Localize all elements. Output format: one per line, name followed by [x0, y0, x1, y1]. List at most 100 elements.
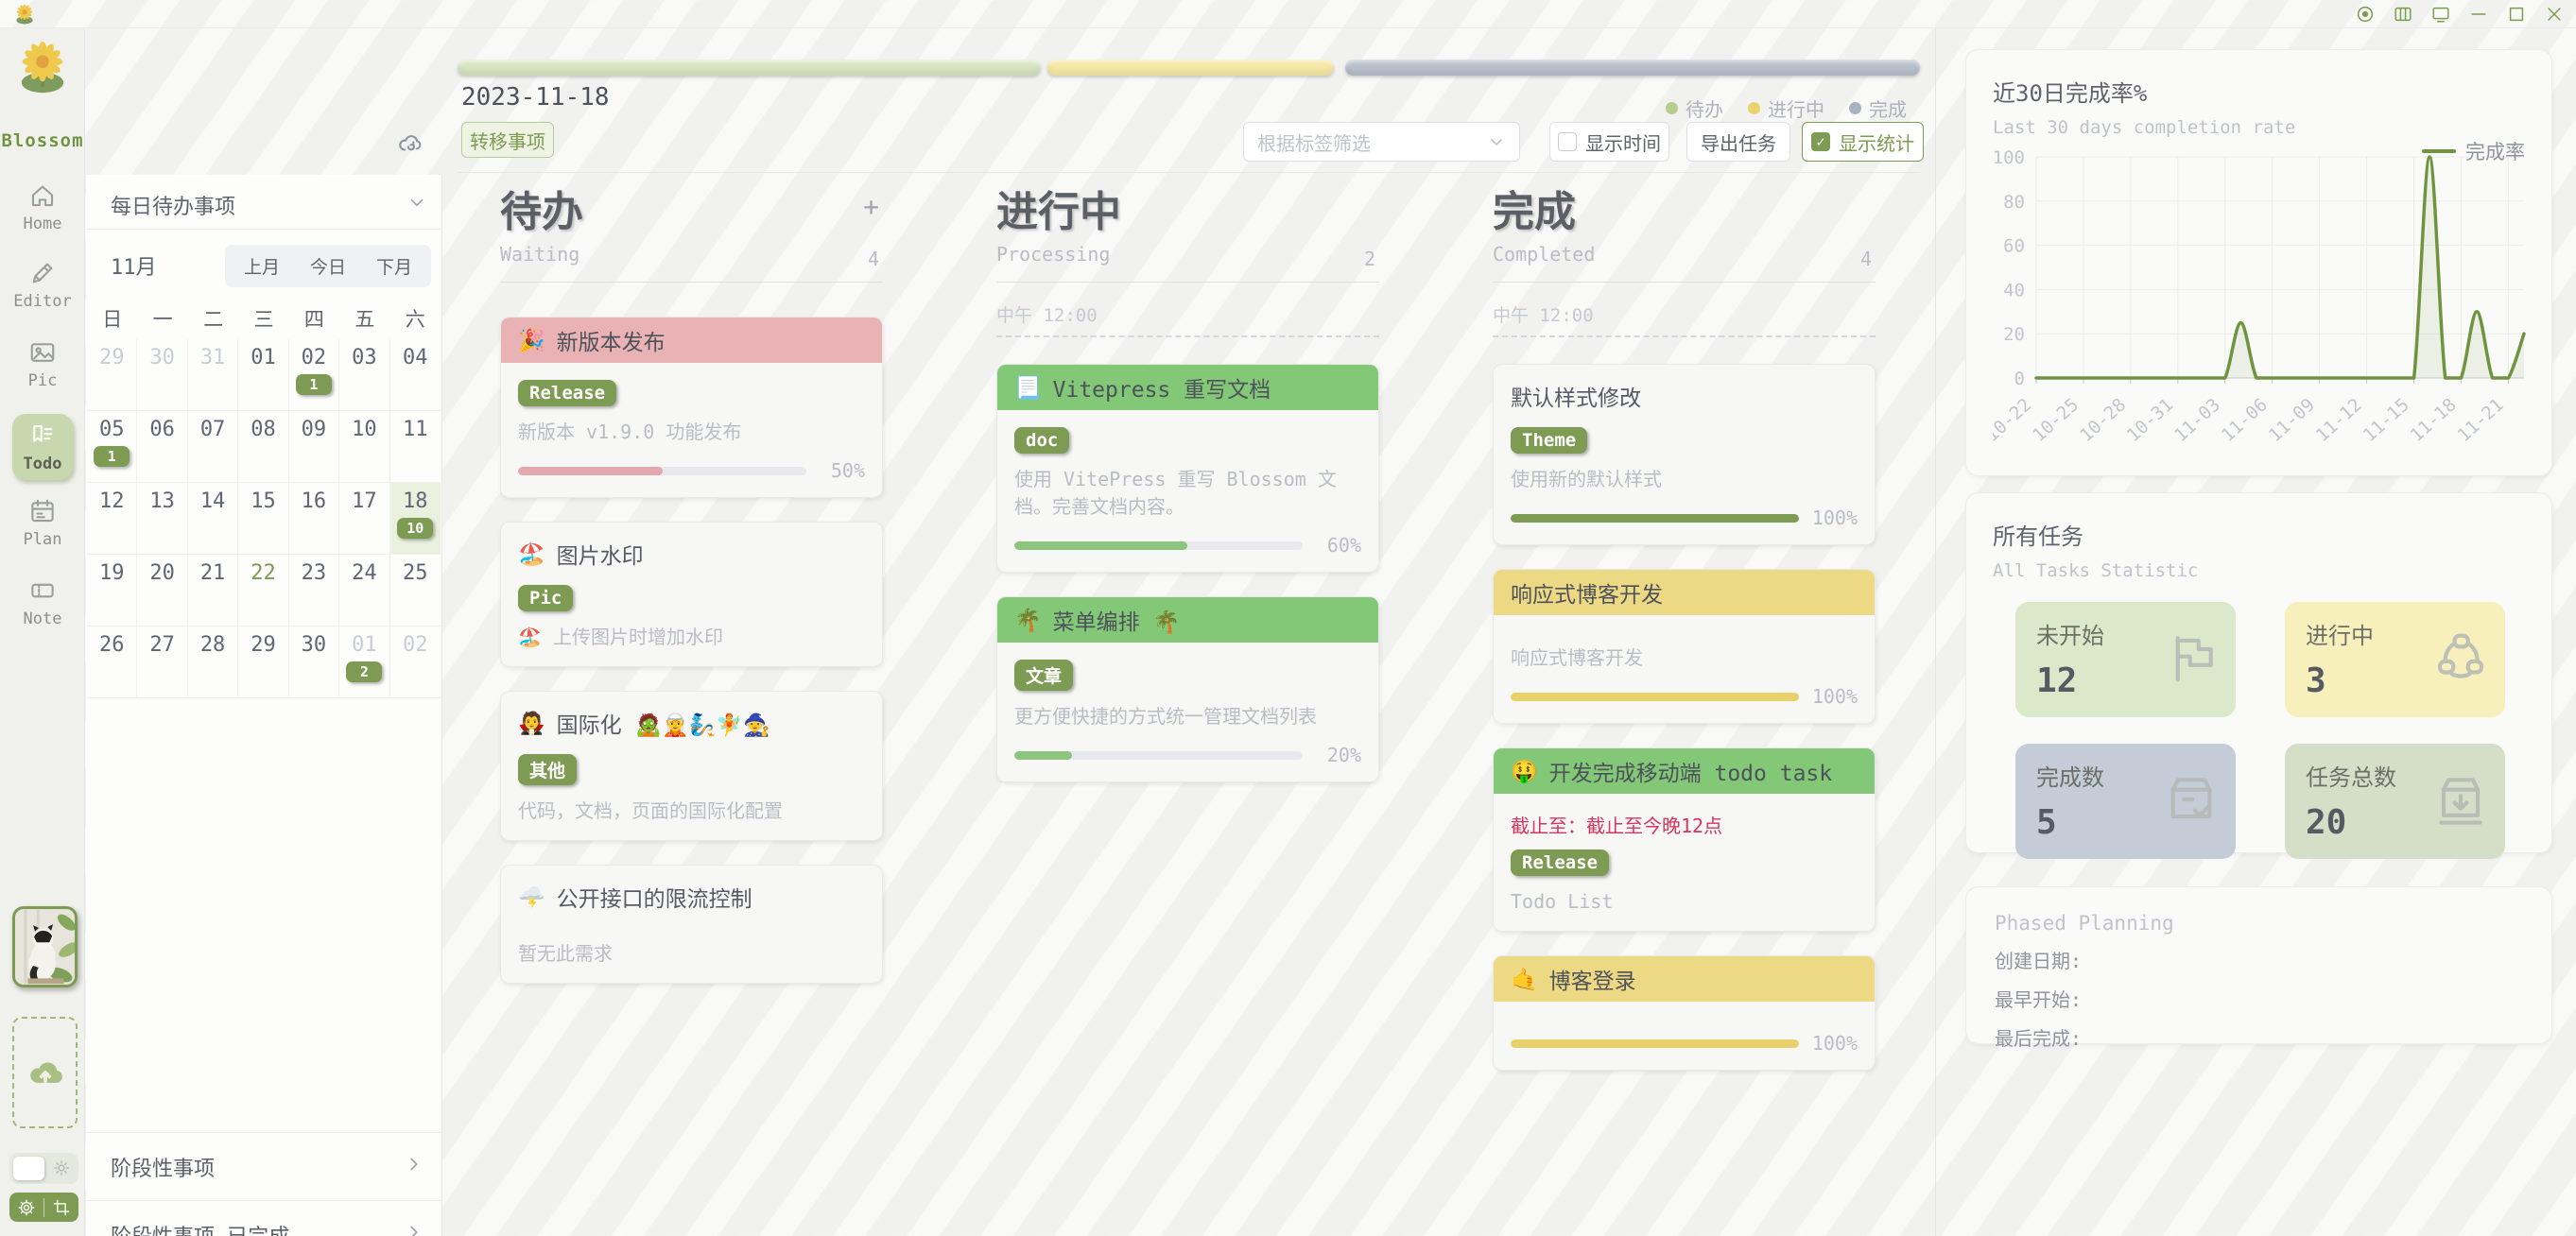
- sidebar-item-pic[interactable]: Pic: [0, 338, 85, 390]
- calendar-day-cell[interactable]: 21: [188, 555, 238, 627]
- next-month-button[interactable]: 下月: [365, 250, 424, 282]
- settings-gear-icon[interactable]: [9, 1198, 43, 1217]
- sidebar-item-editor[interactable]: Editor: [0, 259, 85, 311]
- task-card[interactable]: 🤑开发完成移动端 todo task截止至：截止至今晚12点ReleaseTod…: [1493, 747, 1876, 932]
- task-card[interactable]: 🌩️公开接口的限流控制暂无此需求: [500, 865, 883, 984]
- calendar-day-cell[interactable]: 03: [339, 339, 389, 411]
- task-card[interactable]: 默认样式修改Theme使用新的默认样式 100%: [1493, 364, 1876, 545]
- kanban-column-processing: 进行中 Processing2中午 12:00📃Vitepress 重写文档do…: [996, 189, 1379, 806]
- card-list: 默认样式修改Theme使用新的默认样式 100% 响应式博客开发响应式博客开发 1…: [1493, 364, 1876, 1071]
- prev-month-button[interactable]: 上月: [233, 250, 291, 282]
- calendar-day-cell[interactable]: 28: [188, 627, 238, 698]
- calendar-day-cell[interactable]: 1810: [390, 483, 441, 555]
- cloud-sync-icon[interactable]: [395, 130, 425, 157]
- calendar-day-cell[interactable]: 29: [87, 339, 137, 411]
- home-icon: [28, 181, 57, 210]
- panel-header[interactable]: 每日待办事项: [86, 175, 442, 230]
- calendar-day-cell[interactable]: 25: [390, 555, 441, 627]
- task-emoji-icon: 🤑: [1511, 759, 1538, 784]
- task-title: 图片水印: [557, 538, 644, 570]
- calendar-day-cell[interactable]: 24: [339, 555, 389, 627]
- progress-fill: [1511, 1039, 1799, 1048]
- calendar-day-cell[interactable]: 01: [238, 339, 288, 411]
- sidebar-item-home[interactable]: Home: [0, 181, 85, 233]
- calendar-day-cell[interactable]: 02: [390, 627, 441, 698]
- sidebar-item-note[interactable]: Note: [0, 576, 85, 628]
- calendar-day-cell[interactable]: 27: [137, 627, 187, 698]
- calendar-day-cell[interactable]: 22: [238, 555, 288, 627]
- task-card[interactable]: 响应式博客开发响应式博客开发 100%: [1493, 569, 1876, 724]
- task-emoji-icon: 🎉: [518, 328, 545, 353]
- calendar-day-cell[interactable]: 31: [188, 339, 238, 411]
- day-number: 05: [87, 418, 136, 441]
- task-title: 博客登录: [1549, 963, 1636, 995]
- day-number: 08: [238, 418, 287, 441]
- sidebar-item-plan[interactable]: Plan: [0, 497, 85, 549]
- calendar-day-cell[interactable]: 17: [339, 483, 389, 555]
- minimize-icon[interactable]: [2468, 4, 2489, 25]
- calendar-day-cell[interactable]: 12: [87, 483, 137, 555]
- calendar-day-cell[interactable]: 23: [289, 555, 339, 627]
- calendar-day-cell[interactable]: 29: [238, 627, 288, 698]
- kanban-column-completed: 完成 Completed4中午 12:00默认样式修改Theme使用新的默认样式…: [1493, 189, 1876, 1094]
- monitor-icon[interactable]: [2430, 4, 2451, 25]
- show-time-checkbox-button[interactable]: 显示时间: [1549, 122, 1669, 162]
- calendar-day-cell[interactable]: 012: [339, 627, 389, 698]
- calendar-day-cell[interactable]: 15: [238, 483, 288, 555]
- show-stats-checkbox-button[interactable]: ✓ 显示统计: [1802, 122, 1924, 162]
- phased-section-row[interactable]: 阶段性事项 已完成: [86, 1200, 441, 1236]
- maximize-icon[interactable]: [2506, 4, 2527, 25]
- today-button[interactable]: 今日: [299, 250, 357, 282]
- task-card-body: 暂无此需求: [501, 913, 882, 983]
- calendar-day-cell[interactable]: 08: [238, 411, 288, 483]
- record-icon[interactable]: [2355, 4, 2376, 25]
- task-card[interactable]: 🤙博客登录 100%: [1493, 955, 1876, 1071]
- calendar-day-cell[interactable]: 021: [289, 339, 339, 411]
- task-card[interactable]: 🧛国际化 🧟🧝🧞🧚🧙其他代码，文档，页面的国际化配置: [500, 691, 883, 841]
- calendar-day-cell[interactable]: 07: [188, 411, 238, 483]
- calendar-day-cell[interactable]: 19: [87, 555, 137, 627]
- task-progress: 50%: [518, 459, 865, 482]
- tag-filter-select[interactable]: 根据标签筛选: [1243, 122, 1520, 162]
- task-card[interactable]: 🌴菜单编排 🌴文章更方便快捷的方式统一管理文档列表 20%: [996, 596, 1379, 782]
- calendar-day-cell[interactable]: 10: [339, 411, 389, 483]
- crop-icon[interactable]: [44, 1198, 78, 1217]
- chevron-down-icon[interactable]: [406, 192, 427, 213]
- calendar-day-cell[interactable]: 11: [390, 411, 441, 483]
- chevron-right-icon: [404, 1154, 424, 1175]
- calendar-day-cell[interactable]: 16: [289, 483, 339, 555]
- calendar-day-cell[interactable]: 051: [87, 411, 137, 483]
- calendar-day-cell[interactable]: 30: [289, 627, 339, 698]
- task-card-body: 文章更方便快捷的方式统一管理文档列表 20%: [997, 643, 1378, 781]
- calendar-day-cell[interactable]: 14: [188, 483, 238, 555]
- layout-columns-icon[interactable]: [2393, 4, 2413, 25]
- month-label: 11月: [111, 250, 157, 281]
- calendar-day-cell[interactable]: 06: [137, 411, 187, 483]
- add-task-button[interactable]: +: [863, 191, 879, 222]
- task-card[interactable]: 📃Vitepress 重写文档doc使用 VitePress 重写 Blosso…: [996, 364, 1379, 573]
- calendar-day-cell[interactable]: 26: [87, 627, 137, 698]
- task-card-body: 100%: [1494, 1002, 1875, 1070]
- calendar-day-cell[interactable]: 04: [390, 339, 441, 411]
- calendar-day-cell[interactable]: 09: [289, 411, 339, 483]
- task-card[interactable]: 🎉新版本发布Release新版本 v1.9.0 功能发布 50%: [500, 317, 883, 498]
- task-progress: 100%: [1511, 506, 1858, 529]
- calendar-day-cell[interactable]: 13: [137, 483, 187, 555]
- calendar-day-cell[interactable]: 20: [137, 555, 187, 627]
- transfer-tasks-button[interactable]: 转移事项: [461, 122, 554, 158]
- user-avatar[interactable]: [12, 906, 78, 987]
- task-card[interactable]: 🏖️图片水印Pic🏖️ 上传图片时增加水印: [500, 522, 883, 667]
- theme-toggle[interactable]: [9, 1153, 78, 1184]
- close-icon[interactable]: [2544, 4, 2565, 25]
- progress-label: 60%: [1316, 534, 1361, 557]
- phased-section-row[interactable]: 阶段性事项: [86, 1132, 441, 1200]
- day-number: 29: [87, 346, 136, 369]
- upload-dropzone[interactable]: [12, 1017, 78, 1128]
- sidebar-item-todo[interactable]: Todo: [12, 414, 73, 480]
- task-card-header: 🌴菜单编排 🌴: [997, 597, 1378, 643]
- tag-pill: Release: [1511, 850, 1609, 876]
- column-subtitle: Completed: [1493, 243, 1876, 266]
- export-tasks-button[interactable]: 导出任务: [1686, 122, 1790, 162]
- calendar-day-cell[interactable]: 30: [137, 339, 187, 411]
- task-card-body: 其他代码，文档，页面的国际化配置: [501, 739, 882, 840]
